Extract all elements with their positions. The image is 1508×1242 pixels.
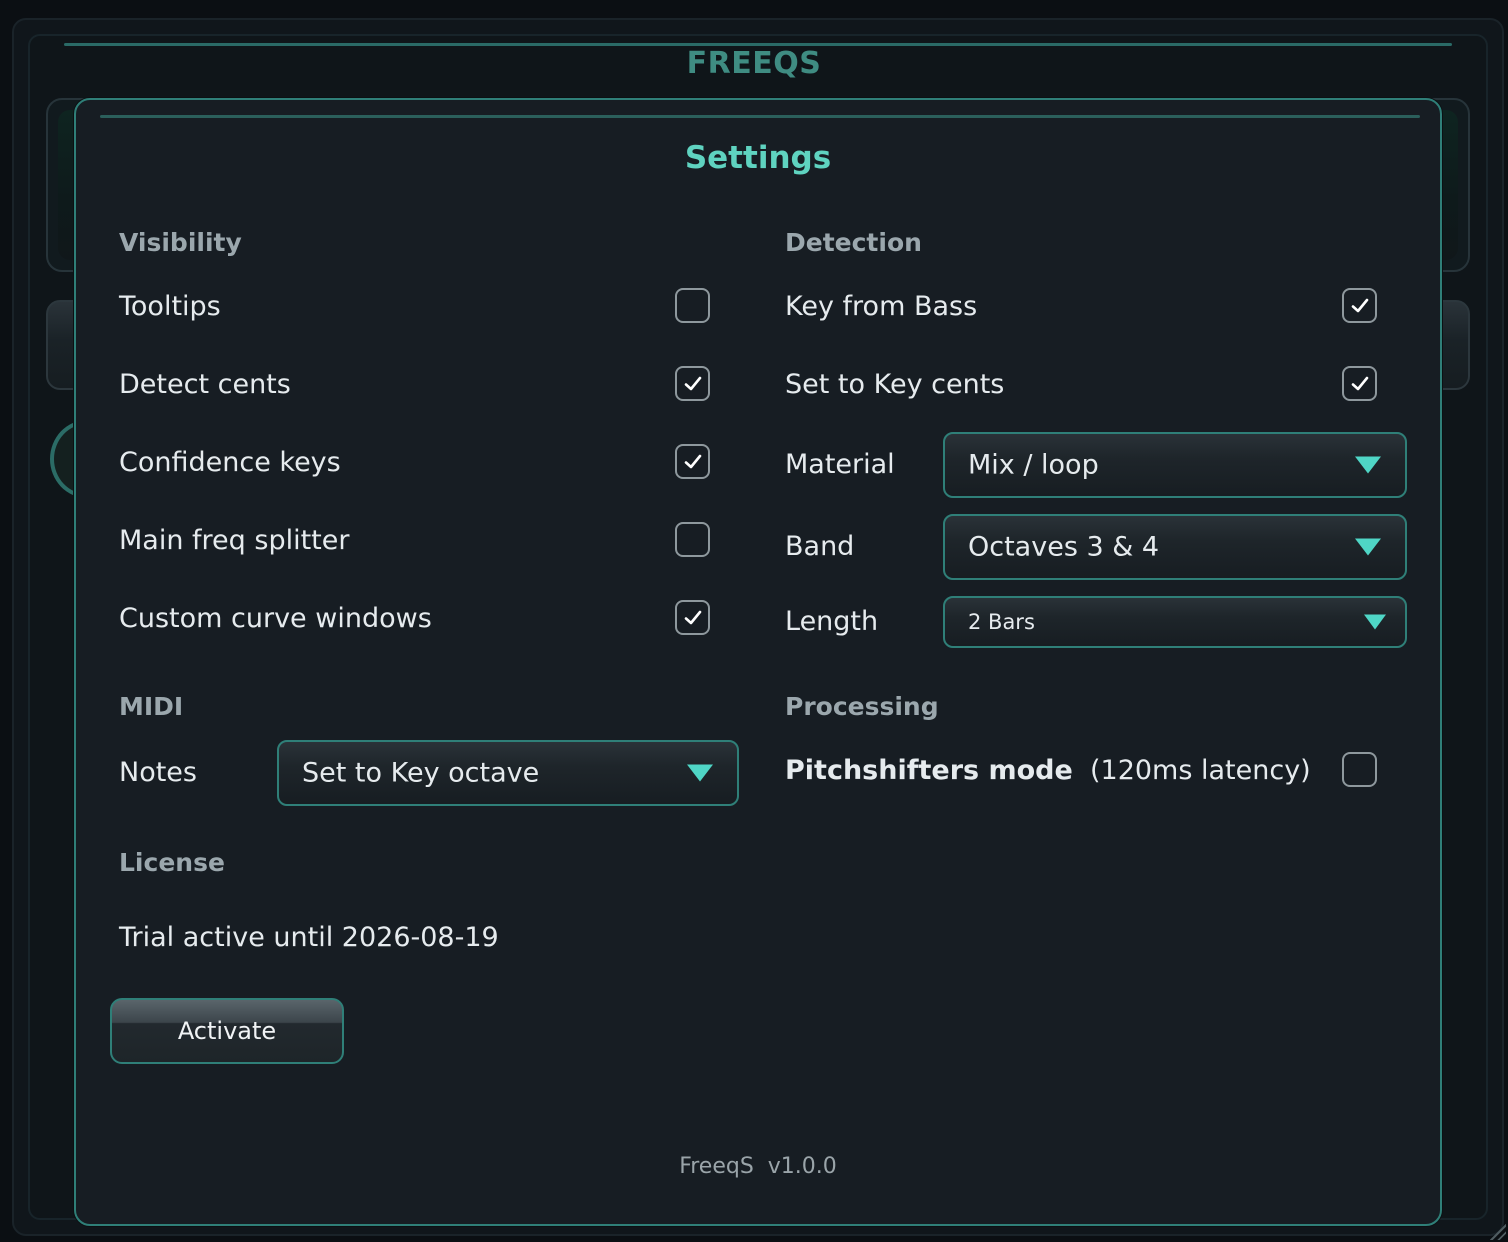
- band-dropdown[interactable]: Octaves 3 & 4: [943, 514, 1407, 580]
- confidence-keys-label: Confidence keys: [119, 447, 341, 478]
- settings-title-divider: [100, 115, 1420, 118]
- tooltips-label: Tooltips: [119, 291, 221, 322]
- set-to-key-cents-checkbox[interactable]: [1342, 366, 1377, 401]
- material-value: Mix / loop: [968, 449, 1099, 481]
- midi-heading: MIDI: [119, 692, 184, 721]
- material-dropdown[interactable]: Mix / loop: [943, 432, 1407, 498]
- tooltips-checkbox[interactable]: [675, 288, 710, 323]
- settings-title: Settings: [684, 140, 832, 176]
- band-label: Band: [785, 531, 855, 562]
- resize-grip-icon[interactable]: [1490, 1224, 1506, 1240]
- chevron-down-icon: [1364, 614, 1386, 630]
- pitchshifters-mode-checkbox[interactable]: [1342, 752, 1377, 787]
- checkmark-icon: [684, 376, 702, 391]
- chevron-down-icon: [1355, 456, 1381, 474]
- confidence-keys-checkbox[interactable]: [675, 444, 710, 479]
- processing-heading: Processing: [785, 692, 939, 721]
- notes-label: Notes: [119, 757, 197, 788]
- set-to-key-cents-label: Set to Key cents: [785, 369, 1005, 400]
- key-from-bass-checkbox[interactable]: [1342, 288, 1377, 323]
- main-freq-splitter-label: Main freq splitter: [119, 525, 350, 556]
- chevron-down-icon: [1355, 538, 1381, 556]
- plugin-title: FREEQS: [686, 46, 822, 81]
- pitchshifters-mode-title: Pitchshifters mode: [785, 755, 1073, 786]
- visibility-heading: Visibility: [119, 228, 242, 257]
- activate-button-label: Activate: [177, 1017, 277, 1045]
- checkmark-icon: [1351, 298, 1369, 313]
- length-dropdown[interactable]: 2 Bars: [943, 596, 1407, 648]
- detect-cents-checkbox[interactable]: [675, 366, 710, 401]
- detect-cents-label: Detect cents: [119, 369, 291, 400]
- license-heading: License: [119, 848, 225, 877]
- license-status: Trial active until 2026-08-19: [119, 922, 499, 953]
- settings-dialog: Settings Visibility Tooltips Detect cent…: [74, 98, 1442, 1226]
- checkmark-icon: [684, 454, 702, 469]
- pitchshifters-mode-label: Pitchshifters mode (120ms latency): [785, 755, 1311, 786]
- version-footer: FreeqS v1.0.0: [679, 1154, 837, 1179]
- custom-curve-windows-checkbox[interactable]: [675, 600, 710, 635]
- material-label: Material: [785, 449, 895, 480]
- checkmark-icon: [684, 610, 702, 625]
- chevron-down-icon: [687, 764, 713, 782]
- checkmark-icon: [1351, 376, 1369, 391]
- band-value: Octaves 3 & 4: [968, 531, 1160, 563]
- length-label: Length: [785, 606, 879, 637]
- custom-curve-windows-label: Custom curve windows: [119, 603, 432, 634]
- activate-button[interactable]: Activate: [110, 998, 344, 1064]
- pitchshifters-latency-note: (120ms latency): [1089, 755, 1311, 786]
- length-value: 2 Bars: [968, 610, 1035, 634]
- key-from-bass-label: Key from Bass: [785, 291, 978, 322]
- main-freq-splitter-checkbox[interactable]: [675, 522, 710, 557]
- notes-value: Set to Key octave: [302, 757, 540, 789]
- notes-dropdown[interactable]: Set to Key octave: [277, 740, 739, 806]
- detection-heading: Detection: [785, 228, 922, 257]
